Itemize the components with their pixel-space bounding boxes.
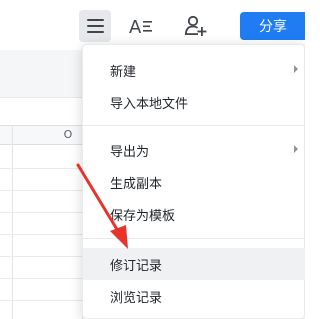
menu-item-label: 生成副本 <box>110 176 163 192</box>
top-toolbar: A 分享 <box>0 0 305 50</box>
menu-item-label: 修订记录 <box>110 258 163 274</box>
svg-text:A: A <box>129 17 142 37</box>
grid-line <box>12 125 13 319</box>
menu-item-export-as[interactable]: 导出为 <box>83 134 305 166</box>
menu-item-label: 导出为 <box>110 144 150 160</box>
app-window: A 分享 O 新建 导入本地文件 导出为 生成副本 保存为模板 修订记录 浏览记… <box>0 0 305 319</box>
share-button[interactable]: 分享 <box>240 12 305 40</box>
more-menu-button[interactable] <box>79 10 111 42</box>
menu-item-save-as-template[interactable]: 保存为模板 <box>83 198 305 230</box>
hamburger-menu-icon <box>86 19 104 33</box>
menu-item-browsing-history[interactable]: 浏览记录 <box>83 280 305 312</box>
add-collaborator-icon <box>185 15 207 36</box>
menu-item-label: 新建 <box>110 64 137 80</box>
chevron-right-icon <box>294 145 298 153</box>
menu-item-import-local-file[interactable]: 导入本地文件 <box>83 86 305 118</box>
menu-item-label: 导入本地文件 <box>110 96 189 112</box>
menu-divider <box>83 238 305 239</box>
menu-item-make-copy[interactable]: 生成副本 <box>83 166 305 198</box>
text-format-icon: A <box>129 17 152 37</box>
menu-item-revision-history[interactable]: 修订记录 <box>83 248 305 280</box>
add-collaborator-button[interactable] <box>184 12 210 40</box>
text-format-button[interactable]: A <box>127 12 155 40</box>
menu-item-label: 保存为模板 <box>110 208 176 224</box>
menu-divider <box>83 125 305 126</box>
chevron-right-icon <box>294 65 298 73</box>
menu-item-new[interactable]: 新建 <box>83 54 305 86</box>
column-header-o[interactable]: O <box>58 128 78 141</box>
menu-item-label: 浏览记录 <box>110 290 163 306</box>
file-menu-dropdown: 新建 导入本地文件 导出为 生成副本 保存为模板 修订记录 浏览记录 <box>82 44 305 319</box>
